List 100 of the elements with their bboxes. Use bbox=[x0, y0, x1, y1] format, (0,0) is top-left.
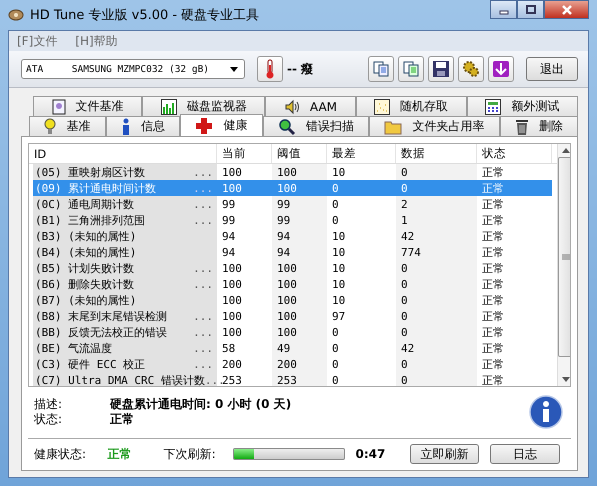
column-header[interactable]: 数据 bbox=[396, 144, 477, 163]
attribute-name: (B8) 末尾到末尾错误检测 bbox=[35, 308, 168, 324]
tab[interactable]: 信息 bbox=[106, 116, 180, 136]
caret-icon bbox=[230, 66, 238, 72]
copy-all-button[interactable] bbox=[398, 56, 424, 82]
temperature-reading: -- bbox=[287, 62, 297, 76]
table-cell: 正常 bbox=[482, 308, 504, 324]
detail-value: 硬盘累计通电时间: 0 小时 (0 天) bbox=[110, 396, 292, 412]
table-cell: 正常 bbox=[482, 180, 504, 196]
table-cell: 253 bbox=[222, 374, 242, 386]
maximize-button[interactable] bbox=[517, 0, 544, 19]
copy-button[interactable] bbox=[368, 56, 394, 82]
tab[interactable]: 磁盘监视器 bbox=[142, 96, 266, 116]
table-cell: 100 bbox=[222, 310, 242, 322]
table-cell: 100 bbox=[222, 278, 242, 290]
table-cell: 0 bbox=[401, 262, 408, 274]
column-header[interactable]: ID bbox=[29, 144, 217, 163]
status-button[interactable]: 日志 bbox=[490, 444, 560, 464]
table-row[interactable]: (B3) (未知的属性) 94 94 10 42 正常 bbox=[29, 228, 557, 244]
detail-label: 描述: bbox=[34, 396, 64, 413]
table-row[interactable]: (C3) 硬件 ECC 校正 ... 200 200 0 0 正常 bbox=[29, 356, 557, 372]
column-header[interactable]: 状态 bbox=[477, 144, 552, 163]
minimize-button[interactable] bbox=[490, 0, 517, 19]
drive-dropdown[interactable]: ATA SAMSUNG MZMPC032 (32 gB) bbox=[21, 59, 245, 79]
ellipsis-text: ... bbox=[193, 310, 213, 322]
info-icon bbox=[120, 118, 131, 136]
tab[interactable]: 随机存取 bbox=[356, 96, 467, 116]
column-header[interactable]: 阈值 bbox=[272, 144, 327, 163]
table-cell: 10 bbox=[332, 230, 346, 242]
table-cell: 正常 bbox=[482, 212, 504, 228]
table-cell: 2 bbox=[401, 198, 408, 210]
detail-label: 状态: bbox=[34, 411, 64, 428]
tab[interactable]: AAM bbox=[265, 96, 356, 116]
table-cell: 42 bbox=[401, 342, 414, 354]
table-cell: 97 bbox=[332, 310, 346, 322]
column-header[interactable]: 当前 bbox=[217, 144, 272, 163]
gear-icon bbox=[462, 60, 480, 78]
table-cell: 0 bbox=[332, 358, 339, 370]
ellipsis-text: ... bbox=[193, 166, 213, 178]
tab[interactable]: 基准 bbox=[29, 116, 106, 136]
table-cell: 99 bbox=[277, 198, 290, 210]
table-row[interactable]: (B7) (未知的属性) 100 100 10 0 正常 bbox=[29, 292, 557, 308]
speaker-icon bbox=[284, 98, 300, 114]
ellipsis-text: ... bbox=[193, 198, 213, 210]
column-header[interactable]: 最差 bbox=[327, 144, 396, 163]
table-cell: 100 bbox=[277, 262, 297, 274]
calculator-icon bbox=[485, 98, 502, 114]
tab[interactable]: 文件基准 bbox=[33, 96, 142, 116]
table-cell: 正常 bbox=[482, 372, 504, 386]
cross-icon bbox=[195, 116, 214, 134]
options-button[interactable] bbox=[458, 56, 484, 82]
floppy-icon bbox=[432, 60, 450, 78]
close-button[interactable] bbox=[544, 0, 589, 19]
table-cell: 99 bbox=[222, 214, 236, 226]
table-cell: 正常 bbox=[482, 276, 504, 292]
scrollbar[interactable] bbox=[557, 144, 570, 386]
status-button[interactable]: 立即刷新 bbox=[410, 444, 480, 464]
scrollbar-thumb[interactable] bbox=[558, 157, 570, 357]
temperature-button[interactable] bbox=[257, 56, 283, 82]
tab[interactable]: 删除 bbox=[500, 116, 578, 136]
tab[interactable]: 健康 bbox=[180, 114, 262, 136]
menu-item[interactable]: [H]帮助 bbox=[75, 32, 118, 50]
down-arrow-icon bbox=[492, 60, 510, 78]
exit-button[interactable]: 退出 bbox=[526, 57, 578, 81]
tab[interactable]: 额外测试 bbox=[466, 96, 578, 116]
table-cell: 94 bbox=[222, 230, 236, 242]
table-cell: 100 bbox=[222, 182, 242, 194]
table-row[interactable]: (0C) 通电周期计数 ... 99 99 0 2 正常 bbox=[29, 196, 557, 212]
attribute-name: (05) 重映射扇区计数 bbox=[35, 164, 146, 180]
table-row[interactable]: (B8) 末尾到末尾错误检测 ... 100 100 97 0 正常 bbox=[29, 308, 557, 324]
table-cell: 10 bbox=[332, 166, 346, 178]
save-button[interactable] bbox=[428, 56, 454, 82]
table-row[interactable]: (BE) 气流温度 ... 58 49 0 42 正常 bbox=[29, 340, 557, 356]
tab[interactable]: 文件夹占用率 bbox=[369, 116, 500, 136]
table-cell: 774 bbox=[401, 246, 421, 258]
table-cell: 0 bbox=[401, 358, 408, 370]
table-cell: 0 bbox=[401, 278, 408, 290]
table-row[interactable]: (B5) 计划失败计数 ... 100 100 10 0 正常 bbox=[29, 260, 557, 276]
download-button[interactable] bbox=[488, 56, 514, 82]
table-row[interactable]: (BB) 反馈无法校正的错误 ... 100 100 0 0 正常 bbox=[29, 324, 557, 340]
tab[interactable]: 错误扫描 bbox=[262, 116, 369, 136]
temperature-unit: 癈 bbox=[300, 60, 313, 78]
table-cell: 0 bbox=[401, 374, 408, 386]
table-cell: 58 bbox=[222, 342, 236, 354]
table-cell: 99 bbox=[277, 214, 290, 226]
attribute-name: (B6) 删除失败计数 bbox=[35, 276, 134, 292]
menu-item[interactable]: [F]文件 bbox=[17, 32, 58, 50]
table-row[interactable]: (05) 重映射扇区计数 ... 100 100 10 0 正常 bbox=[29, 164, 557, 180]
table-row[interactable]: (B6) 删除失败计数 ... 100 100 10 0 正常 bbox=[29, 276, 557, 292]
table-row[interactable]: (C7) Ultra DMA CRC 错误计数...253 253 0 0 正常 bbox=[29, 372, 557, 386]
table-row[interactable]: (B1) 三角洲排列范围 ... 99 99 0 1 正常 bbox=[29, 212, 557, 228]
table-cell: 10 bbox=[332, 262, 346, 274]
table-cell: 正常 bbox=[482, 292, 504, 308]
table-cell: 0 bbox=[332, 342, 339, 354]
table-cell: 正常 bbox=[482, 196, 504, 212]
attribute-name: (0C) 通电周期计数 bbox=[35, 196, 134, 212]
table-cell: 0 bbox=[401, 294, 408, 306]
table-cell: 10 bbox=[332, 246, 346, 258]
table-cell: 200 bbox=[277, 358, 297, 370]
table-row[interactable]: (B4) (未知的属性) 94 94 10 774 正常 bbox=[29, 244, 557, 260]
